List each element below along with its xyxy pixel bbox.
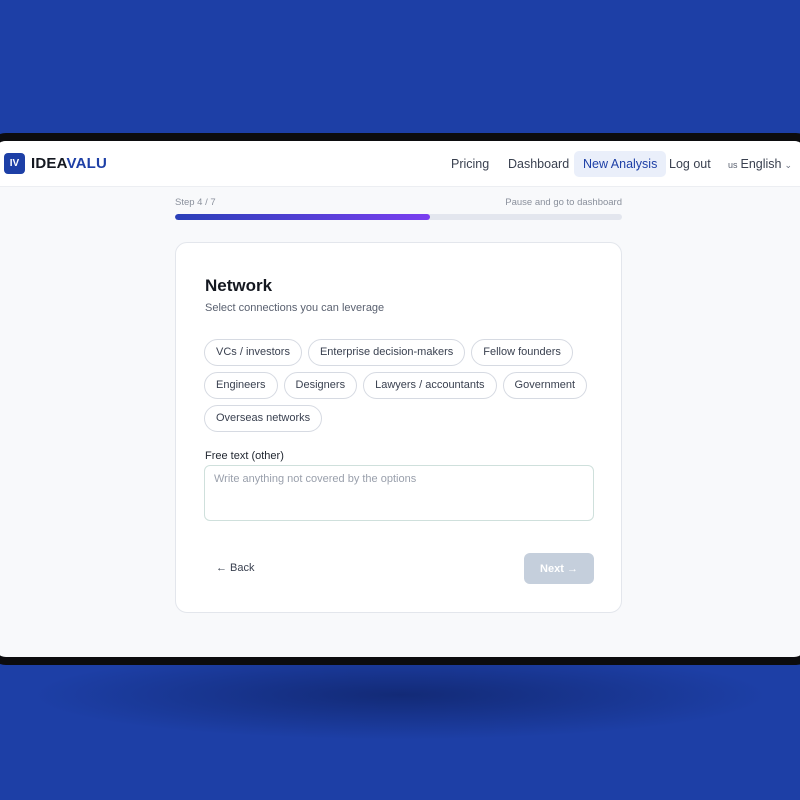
language-selector[interactable]: us English ⌄ <box>728 151 792 177</box>
progress-bar <box>175 214 622 220</box>
nav-logout[interactable]: Log out <box>660 151 720 177</box>
flag-us-icon: us <box>728 160 738 170</box>
chip-government[interactable]: Government <box>502 372 588 399</box>
nav-dashboard[interactable]: Dashboard <box>499 151 578 177</box>
free-text-label: Free text (other) <box>205 450 284 462</box>
chip-engineers[interactable]: Engineers <box>204 372 278 399</box>
logo[interactable]: IV IDEAVALU <box>4 153 107 174</box>
page-title: Network <box>205 276 273 295</box>
back-button[interactable]: ← Back <box>216 562 255 574</box>
option-chips: VCs / investors Enterprise decision-make… <box>204 339 604 438</box>
progress-section: Step 4 / 7 Pause and go to dashboard <box>175 197 622 220</box>
logo-icon: IV <box>4 153 25 174</box>
nav-pricing[interactable]: Pricing <box>442 151 498 177</box>
network-form-card: Network Select connections you can lever… <box>175 242 622 613</box>
logo-text: IDEAVALU <box>31 155 107 172</box>
chevron-down-icon: ⌄ <box>784 160 793 170</box>
chip-lawyers-accountants[interactable]: Lawyers / accountants <box>363 372 497 399</box>
chip-row: VCs / investors Enterprise decision-make… <box>204 339 604 366</box>
nav-new-analysis[interactable]: New Analysis <box>574 151 667 177</box>
free-text-input[interactable] <box>204 465 594 521</box>
chip-row: Overseas networks <box>204 405 604 432</box>
logo-text-idea: IDEA <box>31 155 67 172</box>
logo-text-valu: VALU <box>66 155 108 172</box>
page-subtitle: Select connections you can leverage <box>205 302 385 314</box>
app-window: IV IDEAVALU Pricing Dashboard New Analys… <box>0 141 800 657</box>
chip-overseas-networks[interactable]: Overseas networks <box>204 405 323 432</box>
chip-vcs-investors[interactable]: VCs / investors <box>204 339 302 366</box>
progress-fill <box>175 214 431 220</box>
next-button[interactable]: Next → <box>524 553 594 584</box>
chip-fellow-founders[interactable]: Fellow founders <box>471 339 573 366</box>
chip-row: Engineers Designers Lawyers / accountant… <box>204 372 604 399</box>
top-navbar: IV IDEAVALU Pricing Dashboard New Analys… <box>0 141 800 187</box>
chip-enterprise-decision-makers[interactable]: Enterprise decision-makers <box>307 339 466 366</box>
chip-designers[interactable]: Designers <box>283 372 358 399</box>
pause-dashboard-link[interactable]: Pause and go to dashboard <box>505 197 622 208</box>
language-label: English <box>740 157 782 171</box>
